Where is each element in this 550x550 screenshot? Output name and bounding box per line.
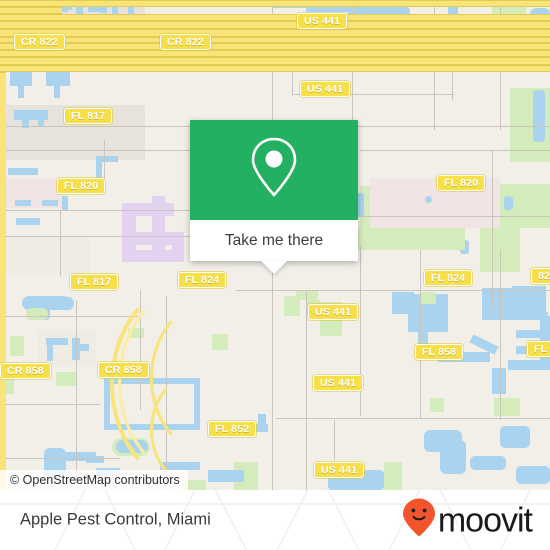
osm-attribution-text: © OpenStreetMap contributors (10, 473, 180, 487)
highway-shield: FL 8 (527, 341, 550, 357)
highway-shield: US 441 (314, 462, 365, 478)
moovit-logo[interactable]: moovit (402, 498, 533, 543)
highway-shield: 82 (531, 268, 550, 284)
footer-bar: Apple Pest Control, Miami moovit (0, 490, 550, 550)
moovit-smiley-pin-icon (402, 498, 436, 543)
highway-shield: CR 858 (98, 362, 149, 378)
highway-shield: FL 852 (208, 421, 257, 437)
highway-shield: FL 817 (64, 108, 113, 124)
highway-shield: FL 824 (178, 272, 227, 288)
take-me-there-button[interactable]: Take me there (190, 220, 358, 261)
highway-shield: CR 858 (0, 363, 51, 379)
highway-shield: CR 822 (14, 34, 65, 50)
place-popup-card[interactable]: Take me there (190, 120, 358, 274)
highway-shield: US 441 (300, 81, 351, 97)
take-me-there-label: Take me there (224, 231, 324, 249)
popup-pointer (261, 261, 287, 274)
moovit-wordmark: moovit (437, 501, 533, 539)
highway-shield: FL 824 (424, 270, 473, 286)
highway-shield: FL 817 (70, 274, 119, 290)
highway-shield: FL 820 (437, 175, 486, 191)
highway-shield: CR 822 (160, 34, 211, 50)
highway-shield: FL 820 (57, 178, 106, 194)
highway-shield: US 441 (313, 375, 364, 391)
highway-shield: US 441 (297, 13, 348, 29)
highway-shield: FL 858 (415, 344, 464, 360)
map-pin-icon (245, 133, 303, 208)
highway-shield: US 441 (308, 304, 359, 320)
moovit-map-screenshot: CR 822 CR 822 US 441 US 441 FL 817 FL 820 FL 8… (0, 0, 550, 550)
popup-pin-panel (190, 120, 358, 220)
place-title: Apple Pest Control, Miami (20, 510, 211, 529)
osm-attribution[interactable]: © OpenStreetMap contributors (0, 470, 188, 490)
map-canvas[interactable]: CR 822 CR 822 US 441 US 441 FL 817 FL 820 FL 8… (0, 0, 550, 490)
